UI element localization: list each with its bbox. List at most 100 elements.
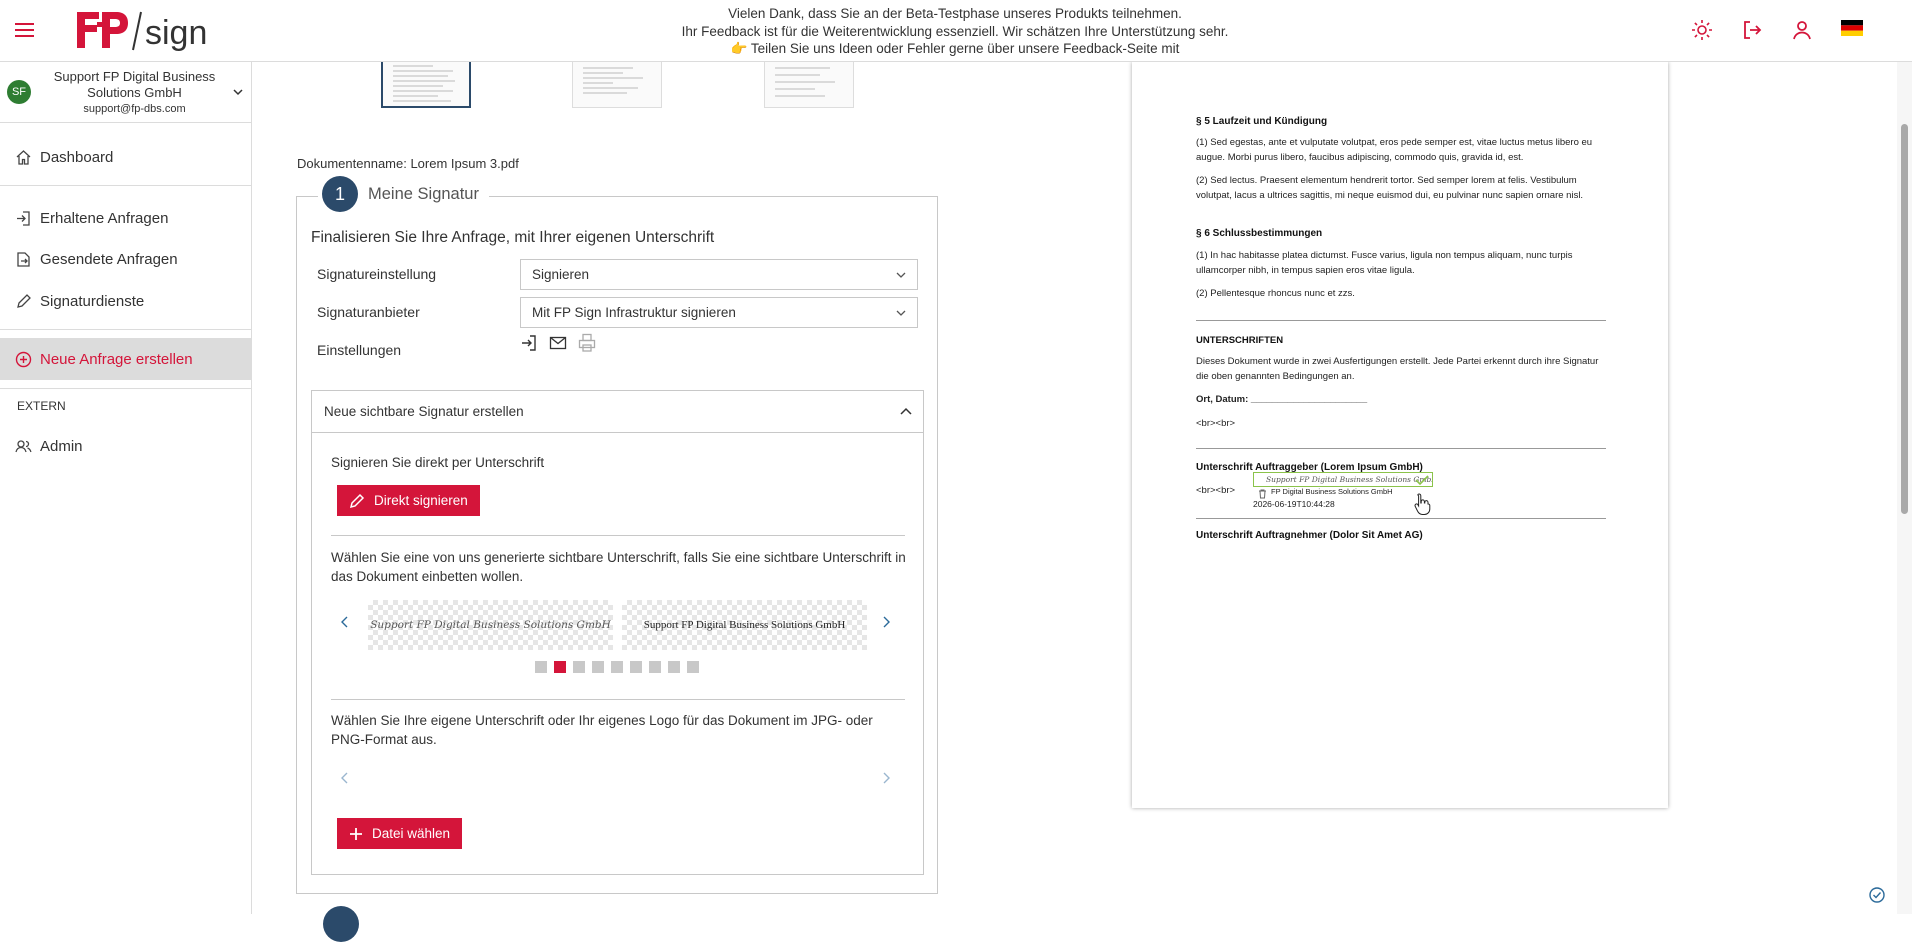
carousel-dot[interactable] bbox=[592, 661, 604, 673]
logout-icon[interactable] bbox=[1740, 18, 1764, 42]
doc-paragraph: Dieses Dokument wurde in zwei Ausfertigu… bbox=[1196, 356, 1599, 382]
hand-cursor-icon bbox=[1414, 493, 1431, 515]
sidebar-item-admin[interactable]: Admin bbox=[0, 425, 251, 467]
stamp-timestamp: 2026-06-19T10:44:28 bbox=[1253, 499, 1335, 509]
doc-heading: § 6 Schlussbestimmungen bbox=[1196, 228, 1323, 239]
divider bbox=[331, 535, 905, 536]
verified-badge-icon[interactable] bbox=[1868, 886, 1886, 904]
next-step-number bbox=[323, 906, 359, 942]
user-icon[interactable] bbox=[1790, 18, 1814, 42]
form-title: Finalisieren Sie Ihre Anfrage, mit Ihrer… bbox=[311, 229, 715, 246]
sidebar-item-received[interactable]: Erhaltene Anfragen bbox=[0, 197, 251, 239]
theme-sun-icon[interactable] bbox=[1690, 18, 1714, 42]
sidebar-item-signature-services[interactable]: Signaturdienste bbox=[0, 280, 251, 322]
provider-select[interactable]: Mit FP Sign Infrastruktur signieren bbox=[520, 297, 918, 328]
sidebar-item-sent[interactable]: Gesendete Anfragen bbox=[0, 238, 251, 280]
fp-sign-logo[interactable]: sign bbox=[75, 8, 235, 56]
chevron-up-icon bbox=[899, 405, 913, 419]
sidebar-item-label: Neue Anfrage erstellen bbox=[40, 350, 193, 368]
user-email: support@fp-dbs.com bbox=[83, 103, 186, 115]
sidebar-item-new-request[interactable]: Neue Anfrage erstellen bbox=[0, 338, 251, 380]
sent-document-icon bbox=[15, 251, 32, 268]
mail-icon[interactable] bbox=[549, 334, 567, 352]
visible-signature-panel: Neue sichtbare Signatur erstellen Signie… bbox=[311, 390, 924, 875]
users-icon bbox=[15, 438, 32, 455]
direct-sign-text: Signieren Sie direkt per Unterschrift bbox=[331, 455, 545, 470]
placed-signature-stamp[interactable]: Support FP Digital Business Solutions Gm… bbox=[1253, 472, 1433, 516]
sidebar-item-label: Erhaltene Anfragen bbox=[40, 209, 169, 227]
chevron-down-icon bbox=[895, 307, 907, 319]
divider bbox=[0, 388, 251, 389]
page-thumbnail[interactable] bbox=[381, 62, 471, 108]
sidebar-item-label: Admin bbox=[40, 437, 83, 455]
trash-icon[interactable] bbox=[1257, 488, 1268, 499]
carousel-dot[interactable] bbox=[611, 661, 623, 673]
step-legend: 1 Meine Signatur bbox=[318, 176, 489, 212]
page-thumbnail[interactable] bbox=[764, 62, 854, 108]
upload-next-icon[interactable] bbox=[879, 771, 893, 785]
carousel-dot[interactable] bbox=[668, 661, 680, 673]
german-flag-icon[interactable] bbox=[1841, 20, 1863, 36]
step-title: Meine Signatur bbox=[368, 184, 479, 203]
button-label: Datei wählen bbox=[372, 826, 451, 841]
carousel-dot[interactable] bbox=[554, 661, 566, 673]
user-switcher[interactable]: SF Support FP Digital Business Solutions… bbox=[0, 62, 251, 123]
chevron-down-icon[interactable] bbox=[232, 86, 244, 98]
select-value: Signieren bbox=[532, 267, 590, 282]
stamp-signature: Support FP Digital Business Solutions Gm… bbox=[1253, 472, 1433, 487]
divider bbox=[0, 185, 251, 186]
doc-heading: UNTERSCHRIFTEN bbox=[1196, 335, 1284, 346]
sidebar-item-dashboard[interactable]: Dashboard bbox=[0, 136, 251, 178]
sidebar-item-label: Gesendete Anfragen bbox=[40, 250, 178, 268]
doc-rule bbox=[1196, 448, 1606, 449]
panel-header[interactable]: Neue sichtbare Signatur erstellen bbox=[312, 391, 923, 433]
carousel-prev-icon[interactable] bbox=[338, 615, 352, 629]
carousel-dot[interactable] bbox=[573, 661, 585, 673]
thumbnail-lines bbox=[583, 67, 643, 94]
doc-br: <br><br> bbox=[1196, 485, 1236, 496]
svg-text:sign: sign bbox=[145, 14, 207, 52]
direct-sign-button[interactable]: Direkt signieren bbox=[337, 485, 480, 516]
page-thumbnail[interactable] bbox=[572, 62, 662, 108]
doc-heading: § 5 Laufzeit und Kündigung bbox=[1196, 116, 1328, 127]
check-icon[interactable] bbox=[1415, 474, 1429, 486]
login-arrow-icon[interactable] bbox=[520, 334, 538, 352]
carousel-dot[interactable] bbox=[535, 661, 547, 673]
signature-setting-select[interactable]: Signieren bbox=[520, 259, 918, 290]
doc-rule bbox=[1196, 320, 1606, 321]
signature-sample[interactable]: Support FP Digital Business Solutions Gm… bbox=[368, 600, 613, 650]
beta-line-1: Vielen Dank, dass Sie an der Beta-Testph… bbox=[728, 6, 1182, 21]
carousel-dot[interactable] bbox=[687, 661, 699, 673]
signature-sample[interactable]: Support FP Digital Business Solutions Gm… bbox=[622, 600, 867, 650]
doc-paragraph: (2) Pellentesque rhoncus nunc et zzs. bbox=[1196, 288, 1355, 299]
carousel-dot[interactable] bbox=[649, 661, 661, 673]
top-header: sign Vielen Dank, dass Sie an der Beta-T… bbox=[0, 0, 1912, 62]
user-name: Support FP Digital Business Solutions Gm… bbox=[53, 69, 216, 100]
sidebar: SF Support FP Digital Business Solutions… bbox=[0, 62, 252, 914]
label-settings: Einstellungen bbox=[317, 342, 402, 358]
thumbnail-lines bbox=[775, 67, 835, 97]
sidebar-item-label: Signaturdienste bbox=[40, 292, 145, 310]
upload-prev-icon[interactable] bbox=[338, 771, 352, 785]
beta-line-3[interactable]: 👉 Teilen Sie uns Ideen oder Fehler gerne… bbox=[580, 40, 1330, 58]
menu-icon[interactable] bbox=[13, 20, 37, 40]
generated-signature-text: Wählen Sie eine von uns generierte sicht… bbox=[331, 550, 906, 584]
plus-circle-icon bbox=[15, 351, 32, 368]
doc-paragraph: (1) Sed egestas, ante et vulputate volut… bbox=[1196, 137, 1593, 163]
sidebar-item-label: Dashboard bbox=[40, 148, 114, 166]
page-scrollbar[interactable] bbox=[1897, 62, 1912, 914]
carousel-next-icon[interactable] bbox=[879, 615, 893, 629]
carousel-dot[interactable] bbox=[630, 661, 642, 673]
home-icon bbox=[15, 149, 32, 166]
button-label: Direkt signieren bbox=[374, 493, 468, 508]
upload-signature-text: Wählen Sie Ihre eigene Unterschrift oder… bbox=[331, 713, 873, 747]
scrollbar-thumb[interactable] bbox=[1901, 124, 1908, 514]
choose-file-button[interactable]: Datei wählen bbox=[337, 818, 463, 849]
doc-heading: Unterschrift Auftragnehmer (Dolor Sit Am… bbox=[1196, 530, 1423, 541]
document-preview-page[interactable]: § 5 Laufzeit und Kündigung (1) Sed egest… bbox=[1132, 62, 1668, 808]
pen-icon bbox=[15, 293, 32, 310]
doc-paragraph: (1) In hac habitasse platea dictumst. Fu… bbox=[1196, 250, 1573, 276]
step-number: 1 bbox=[322, 176, 358, 212]
plus-icon bbox=[350, 827, 362, 840]
panel-title: Neue sichtbare Signatur erstellen bbox=[324, 404, 524, 419]
